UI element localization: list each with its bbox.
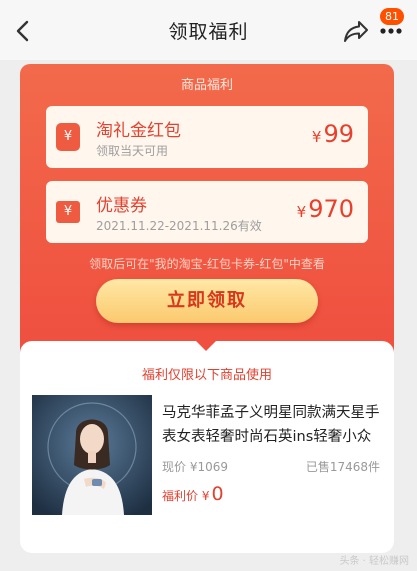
welfare-price: 福利价 ¥0 — [162, 483, 224, 505]
card-notch — [196, 341, 216, 351]
coupon-title: 优惠券 — [96, 196, 147, 216]
watermark: 头条 · 轻松赚网 — [339, 556, 409, 567]
coupon-amount: ¥970 — [297, 195, 354, 223]
top-navigation-bar: 领取福利 81 — [0, 0, 417, 60]
red-envelope-icon: ¥ — [56, 123, 80, 151]
coupon-ticket-icon: ¥ — [56, 201, 80, 223]
coupon-amount-value: 970 — [308, 195, 354, 223]
currency-symbol: ¥ — [311, 128, 322, 146]
product-title[interactable]: 马克华菲孟子义明星同款满天星手表女表轻奢时尚石英ins轻奢小众 — [162, 401, 380, 449]
original-price: 现价 ¥1069 — [162, 460, 228, 474]
sold-count: 已售17468件 — [305, 460, 380, 474]
claim-note: 领取后可在"我的淘宝-红包卡券-红包"中查看 — [89, 257, 325, 271]
welfare-price-value: 0 — [211, 483, 224, 505]
coupon-discount: ¥ 优惠券 2021.11.22-2021.11.26有效 ¥970 — [46, 181, 368, 243]
claim-now-button[interactable]: 立即领取 — [96, 279, 318, 323]
product-photo-icon — [32, 395, 152, 515]
coupon-subtitle: 领取当天可用 — [96, 144, 169, 158]
welfare-card: 商品福利 ¥ 淘礼金红包 领取当天可用 ¥99 ¥ 优惠券 2021.11.22… — [20, 64, 394, 354]
notification-badge: 81 — [380, 8, 404, 25]
coupon-amount: ¥99 — [312, 120, 354, 148]
share-icon[interactable] — [342, 18, 370, 44]
coupon-title: 淘礼金红包 — [96, 121, 181, 141]
more-dots-icon[interactable] — [380, 26, 402, 36]
coupon-validity: 2021.11.22-2021.11.26有效 — [96, 219, 262, 233]
product-scope-heading: 福利仅限以下商品使用 — [141, 368, 272, 383]
product-thumbnail[interactable] — [32, 395, 152, 515]
product-card: 福利仅限以下商品使用 马克华菲孟子义明星同款满天星手表女表轻奢时尚石英ins轻奢… — [20, 341, 394, 553]
welfare-card-heading: 商品福利 — [180, 78, 233, 93]
coupon-taolijin: ¥ 淘礼金红包 领取当天可用 ¥99 — [46, 106, 368, 168]
currency-symbol: ¥ — [296, 203, 307, 221]
welfare-price-label: 福利价 ¥ — [162, 489, 210, 503]
coupon-amount-value: 99 — [323, 120, 354, 148]
